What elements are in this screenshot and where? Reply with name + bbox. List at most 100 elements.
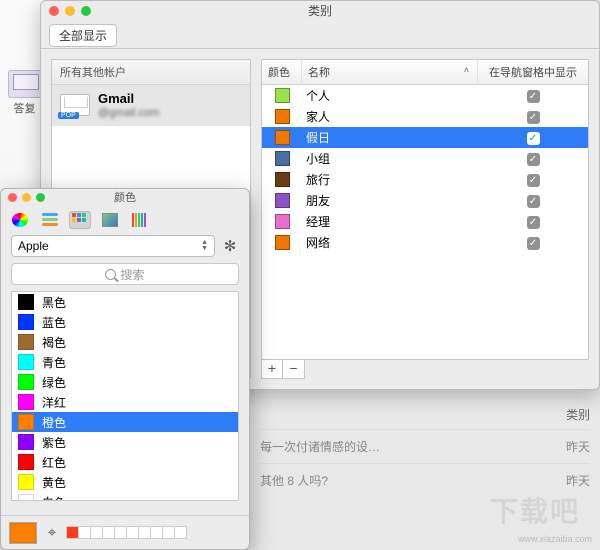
color-swatch (275, 214, 290, 229)
background-message-list: 类别 每一次付诸情感的设…昨天 其他 8 人吗?昨天 (260, 400, 590, 497)
palette-select[interactable]: Apple ▲▼ (11, 235, 215, 257)
palette-name: Apple (18, 239, 49, 253)
close-icon[interactable] (8, 193, 17, 202)
table-header: 颜色 名称˄ 在导航窗格中显示 (262, 60, 588, 85)
category-name: 朋友 (302, 192, 478, 209)
table-row[interactable]: 经理 ✓ (262, 211, 588, 232)
image-palettes-tab[interactable] (99, 211, 121, 229)
sort-asc-icon: ˄ (464, 65, 469, 75)
color-list-item[interactable]: 白色 (12, 492, 238, 501)
color-swatch (275, 172, 290, 187)
color-list-item[interactable]: 褐色 (12, 332, 238, 352)
zoom-icon[interactable] (81, 6, 91, 16)
color-swatch (275, 109, 290, 124)
color-list-item[interactable]: 黑色 (12, 292, 238, 312)
category-name: 小组 (302, 150, 478, 167)
search-icon (105, 269, 116, 280)
category-name: 假日 (302, 129, 478, 146)
picker-traffic-lights[interactable] (8, 193, 45, 202)
window-traffic-lights[interactable] (49, 6, 91, 16)
stepper-icon: ▲▼ (201, 240, 208, 252)
table-row[interactable]: 假日 ✓ (262, 127, 588, 148)
checkbox-icon[interactable]: ✓ (527, 195, 540, 208)
color-swatch (275, 151, 290, 166)
col-show[interactable]: 在导航窗格中显示 (478, 60, 588, 84)
color-palettes-tab[interactable] (69, 211, 91, 229)
table-row[interactable]: 小组 ✓ (262, 148, 588, 169)
color-list-item[interactable]: 青色 (12, 352, 238, 372)
color-swatch (18, 294, 34, 310)
color-swatch (18, 394, 34, 410)
checkbox-icon[interactable]: ✓ (527, 90, 540, 103)
color-swatch (18, 314, 34, 330)
window-title: 类别 (308, 4, 332, 18)
color-swatch (18, 414, 34, 430)
table-row[interactable]: 朋友 ✓ (262, 190, 588, 211)
color-list-item[interactable]: 紫色 (12, 432, 238, 452)
color-sliders-tab[interactable] (39, 211, 61, 229)
category-name: 个人 (302, 87, 478, 104)
checkbox-icon[interactable]: ✓ (527, 111, 540, 124)
checkbox-icon[interactable]: ✓ (527, 216, 540, 229)
color-swatch (18, 374, 34, 390)
account-email: @gmail.com (98, 107, 159, 120)
recent-colors[interactable] (67, 526, 187, 539)
search-placeholder: 搜索 (120, 266, 144, 283)
color-swatch (275, 235, 290, 250)
color-swatch (18, 454, 34, 470)
color-swatch (18, 334, 34, 350)
color-name: 橙色 (42, 414, 66, 431)
color-list-item[interactable]: 洋红 (12, 392, 238, 412)
col-color[interactable]: 颜色 (262, 60, 302, 84)
table-row[interactable]: 个人 ✓ (262, 85, 588, 106)
color-name: 绿色 (42, 374, 66, 391)
color-name: 褐色 (42, 334, 66, 351)
checkbox-icon[interactable]: ✓ (527, 237, 540, 250)
window-toolbar: 全部显示 (41, 21, 599, 49)
account-item[interactable]: POP Gmail @gmail.com (52, 85, 250, 126)
minimize-icon[interactable] (22, 193, 31, 202)
account-badge: POP (58, 112, 79, 119)
color-list-item[interactable]: 绿色 (12, 372, 238, 392)
color-swatch (18, 434, 34, 450)
color-wheel-tab[interactable] (9, 211, 31, 229)
table-row[interactable]: 网络 ✓ (262, 232, 588, 253)
close-icon[interactable] (49, 6, 59, 16)
bg-footer-label: 类别 (260, 400, 590, 429)
search-input[interactable]: 搜索 (11, 263, 239, 285)
color-list-item[interactable]: 红色 (12, 452, 238, 472)
eyedropper-icon[interactable]: ⌖ (43, 524, 61, 541)
checkbox-icon[interactable]: ✓ (527, 174, 540, 187)
current-color-swatch[interactable] (9, 522, 37, 544)
color-swatch (275, 88, 290, 103)
gear-icon[interactable]: ✻ (221, 237, 239, 255)
color-list-item[interactable]: 蓝色 (12, 312, 238, 332)
category-name: 旅行 (302, 171, 478, 188)
color-swatch (18, 474, 34, 490)
color-picker-window: 颜色 Apple ▲▼ ✻ 搜索 黑色蓝色褐色青色绿色洋红橙色紫色红色黄色白色 … (0, 188, 250, 550)
category-name: 经理 (302, 213, 478, 230)
pencils-tab[interactable] (129, 211, 151, 229)
color-name: 紫色 (42, 434, 66, 451)
color-name: 红色 (42, 454, 66, 471)
category-name: 网络 (302, 234, 478, 251)
color-list[interactable]: 黑色蓝色褐色青色绿色洋红橙色紫色红色黄色白色 (11, 291, 239, 501)
col-name[interactable]: 名称˄ (302, 60, 478, 84)
color-name: 白色 (42, 494, 66, 502)
add-category-button[interactable]: + (261, 359, 283, 379)
accounts-header: 所有其他帐户 (52, 60, 250, 85)
picker-mode-tabs (1, 207, 249, 235)
window-titlebar: 类别 (41, 1, 599, 21)
table-row[interactable]: 家人✓ (262, 106, 588, 127)
zoom-icon[interactable] (36, 193, 45, 202)
color-name: 黑色 (42, 294, 66, 311)
checkbox-icon[interactable]: ✓ (527, 132, 540, 145)
remove-category-button[interactable]: − (283, 359, 305, 379)
color-list-item[interactable]: 黄色 (12, 472, 238, 492)
color-list-item[interactable]: 橙色 (12, 412, 238, 432)
table-row[interactable]: 旅行 ✓ (262, 169, 588, 190)
minimize-icon[interactable] (65, 6, 75, 16)
picker-bottom-bar: ⌖ (1, 515, 249, 549)
show-all-button[interactable]: 全部显示 (49, 24, 117, 47)
checkbox-icon[interactable]: ✓ (527, 153, 540, 166)
